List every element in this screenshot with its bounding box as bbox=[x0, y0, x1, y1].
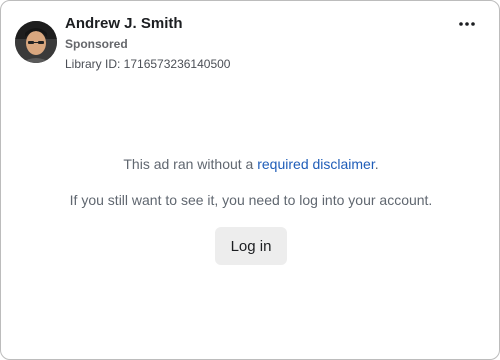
ad-card: Andrew J. Smith Sponsored Library ID: 17… bbox=[0, 0, 500, 360]
more-options-button[interactable] bbox=[453, 11, 481, 37]
advertiser-name[interactable]: Andrew J. Smith bbox=[65, 15, 183, 32]
disclaimer-notice-suffix: . bbox=[374, 156, 379, 172]
disclaimer-notice-prefix: This ad ran without a bbox=[123, 156, 258, 172]
more-horizontal-icon bbox=[459, 22, 475, 26]
sponsored-label: Sponsored bbox=[65, 37, 128, 51]
advertiser-avatar[interactable] bbox=[15, 21, 57, 63]
library-id: Library ID: 1716573236140500 bbox=[65, 57, 231, 71]
avatar-photo-icon bbox=[15, 21, 57, 63]
required-disclaimer-link[interactable]: required disclaimer bbox=[257, 156, 375, 172]
disclaimer-notice: This ad ran without a required disclaime… bbox=[1, 156, 500, 172]
log-in-button[interactable]: Log in bbox=[215, 227, 287, 265]
login-prompt-text: If you still want to see it, you need to… bbox=[69, 192, 433, 208]
